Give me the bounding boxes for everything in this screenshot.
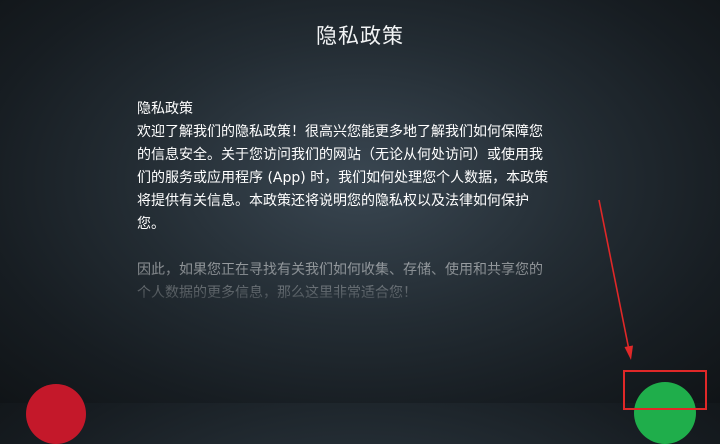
- policy-line: 欢迎了解我们的隐私政策！很高兴您能更多地了解我们如何保障您: [137, 124, 543, 140]
- page-title: 隐私政策: [316, 24, 404, 48]
- policy-faded-paragraph: 因此，如果您正在寻找有关我们如何收集、存储、使用和共享您的 个人数据的更多信息，…: [137, 259, 597, 305]
- policy-faded-line: 因此，如果您正在寻找有关我们如何收集、存储、使用和共享您的: [137, 262, 543, 278]
- annotation-arrow-line: [598, 199, 630, 351]
- policy-line: 们的服务或应用程序 (App) 时，我们如何处理您个人数据，本政策: [137, 170, 549, 186]
- annotation-arrow-head: [624, 345, 633, 360]
- policy-content[interactable]: 隐私政策 欢迎了解我们的隐私政策！很高兴您能更多地了解我们如何保障您 的信息安全…: [137, 98, 597, 305]
- decline-button[interactable]: [26, 384, 86, 444]
- policy-line: 您。: [137, 216, 165, 232]
- policy-line: 的信息安全。关于您访问我们的网站（无论从何处访问）或使用我: [137, 147, 543, 163]
- policy-heading: 隐私政策: [137, 101, 193, 117]
- privacy-policy-screen: 隐私政策 隐私政策 欢迎了解我们的隐私政策！很高兴您能更多地了解我们如何保障您 …: [0, 0, 720, 444]
- policy-line: 将提供有关信息。本政策还将说明您的隐私权以及法律如何保护: [137, 193, 529, 209]
- accept-button[interactable]: [634, 382, 696, 444]
- policy-faded-line: 个人数据的更多信息，那么这里非常适合您！: [137, 285, 417, 301]
- policy-intro-paragraph: 欢迎了解我们的隐私政策！很高兴您能更多地了解我们如何保障您 的信息安全。关于您访…: [137, 121, 597, 236]
